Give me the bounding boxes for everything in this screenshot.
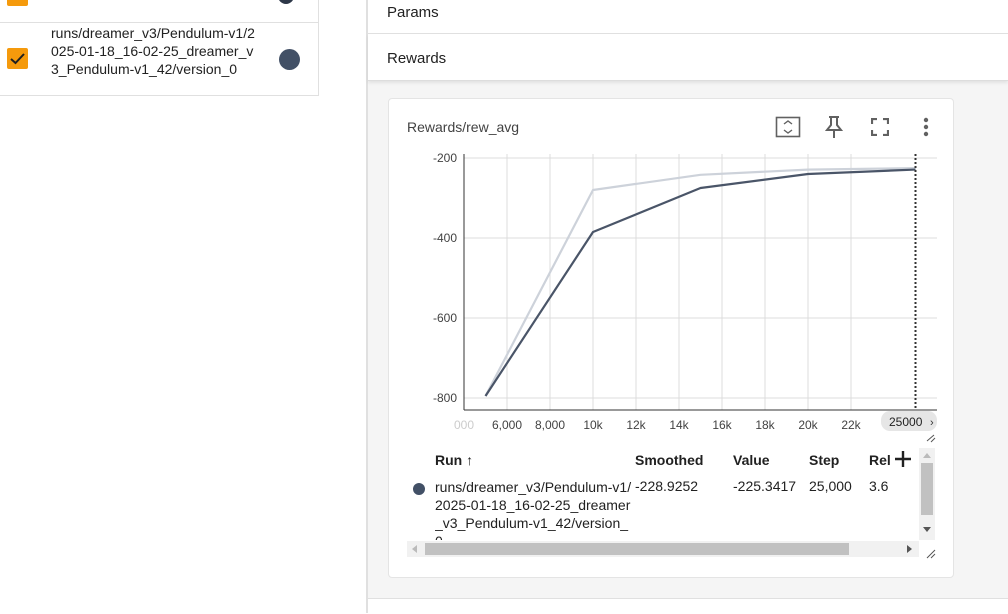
- scroll-right-arrow-icon[interactable]: [906, 544, 914, 554]
- vertical-scroll-thumb[interactable]: [921, 463, 933, 515]
- run-color-dot-previous[interactable]: [278, 0, 294, 4]
- run-checkbox-previous[interactable]: [7, 0, 28, 6]
- section-rewards[interactable]: Rewards: [368, 34, 1008, 81]
- scroll-down-arrow-icon[interactable]: [922, 526, 932, 534]
- card-title: Rewards/rew_avg: [407, 119, 520, 135]
- runs-panel: runs/dreamer_v3/Pendulum-v1/2025-01-18_1…: [0, 0, 366, 613]
- y-tick-label: -800: [433, 391, 457, 405]
- col-header-run[interactable]: Run ↑: [435, 452, 473, 468]
- y-tick-label: -600: [433, 311, 457, 325]
- resize-handle-icon[interactable]: [926, 434, 936, 443]
- run-row[interactable]: runs/dreamer_v3/Pendulum-v1/2025-01-18_1…: [0, 22, 319, 96]
- y-tick-label: -200: [433, 151, 457, 165]
- svg-text:›: ›: [930, 417, 934, 429]
- main-panel: Params Rewards Rewards/rew_avg 000 6,000…: [368, 0, 1008, 614]
- run-color-dot[interactable]: [279, 49, 300, 70]
- line-chart[interactable]: 000 6,000 8,000 10k 12k 14k 16k 18k 20k 22k -800-…: [409, 151, 939, 446]
- scroll-up-arrow-icon[interactable]: [922, 451, 932, 459]
- check-icon: [10, 53, 25, 65]
- more-options-button[interactable]: [913, 115, 939, 139]
- row-value: -225.3417: [733, 478, 797, 494]
- fullscreen-button[interactable]: [867, 115, 893, 139]
- section-rewards-title: Rewards: [387, 50, 447, 67]
- x-tick-label: 20k: [798, 418, 818, 432]
- pin-icon: [824, 116, 844, 138]
- x-tick-label: 16k: [712, 418, 732, 432]
- run-checkbox[interactable]: [7, 48, 28, 69]
- row-relative: 3.6: [869, 478, 889, 494]
- section-params-title: Params: [387, 4, 439, 21]
- more-vert-icon: [923, 117, 929, 137]
- row-step: 25,000: [809, 478, 852, 494]
- row-smoothed: -228.9252: [635, 478, 699, 494]
- col-header-relative[interactable]: Rel: [869, 452, 891, 468]
- y-axis-ticks: -800 -600 -400 -200: [433, 151, 457, 405]
- sort-arrow-icon: ↑: [466, 452, 474, 468]
- x-tick-label: 6,000: [492, 418, 522, 432]
- x-tick-label: 000: [454, 418, 474, 432]
- fit-domain-icon: [775, 116, 801, 138]
- row-color-dot: [413, 483, 425, 495]
- col-header-smoothed[interactable]: Smoothed: [635, 452, 703, 468]
- x-tick-label: 10k: [583, 418, 603, 432]
- x-tick-label: 18k: [755, 418, 775, 432]
- table-resize-handle-icon[interactable]: [924, 547, 936, 559]
- hover-step-label: 25000 ›: [881, 411, 937, 431]
- x-tick-label: 8,000: [535, 418, 565, 432]
- col-header-value[interactable]: Value: [733, 452, 770, 468]
- chart-grid: [463, 154, 937, 411]
- add-column-button[interactable]: [893, 449, 913, 469]
- fit-domain-button[interactable]: [775, 115, 801, 139]
- run-name: runs/dreamer_v3/Pendulum-v1/2025-01-18_1…: [51, 25, 255, 77]
- col-header-step[interactable]: Step: [809, 452, 839, 468]
- fullscreen-icon: [871, 118, 889, 136]
- hover-step-value: 25000: [889, 415, 923, 429]
- x-tick-label: 12k: [626, 418, 646, 432]
- horizontal-scroll-thumb[interactable]: [425, 543, 849, 555]
- table-horizontal-scrollbar[interactable]: [407, 541, 919, 557]
- plus-icon: [895, 451, 911, 467]
- scroll-left-arrow-icon[interactable]: [410, 544, 418, 554]
- y-tick-label: -400: [433, 231, 457, 245]
- table-vertical-scrollbar[interactable]: [919, 448, 935, 540]
- section-params[interactable]: Params: [368, 0, 1008, 34]
- row-run-name: runs/dreamer_v3/Pendulum-v1/2025-01-18_1…: [435, 479, 632, 540]
- run-row-previous[interactable]: [0, 0, 319, 23]
- next-section[interactable]: [368, 598, 1008, 614]
- x-axis-ticks: 000 6,000 8,000 10k 12k 14k 16k 18k 20k 22k: [454, 418, 862, 432]
- pin-button[interactable]: [821, 115, 847, 139]
- scalar-card: Rewards/rew_avg 000 6,000 8,000 10k 12k …: [388, 98, 954, 578]
- x-tick-label: 14k: [669, 418, 689, 432]
- x-tick-label: 22k: [841, 418, 861, 432]
